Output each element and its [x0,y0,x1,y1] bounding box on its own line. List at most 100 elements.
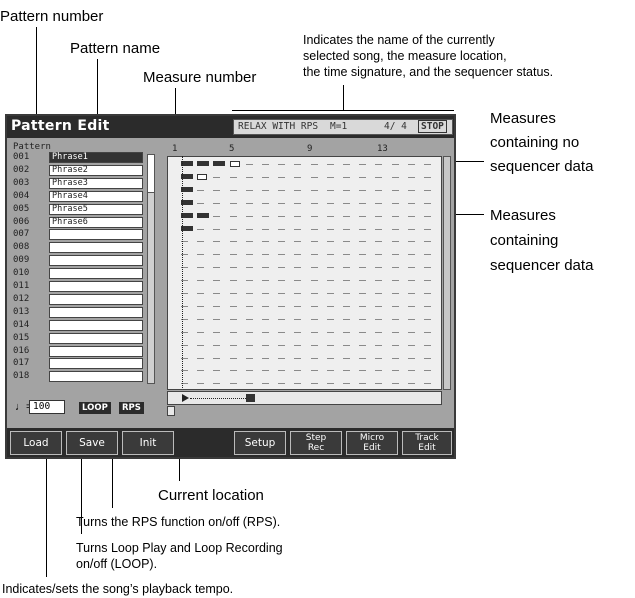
measure-cell[interactable] [326,202,334,204]
pattern-name[interactable] [49,319,143,331]
measure-cell[interactable] [343,215,350,217]
measure-cell[interactable] [197,254,205,256]
measure-cell[interactable] [278,228,286,230]
measure-cell[interactable] [229,370,237,372]
pattern-row[interactable]: 012 [11,293,157,306]
measure-cell[interactable] [197,305,205,307]
measure-cell[interactable] [407,331,415,333]
step-rec-button[interactable]: Step Rec [290,431,342,455]
load-button[interactable]: Load [10,431,62,455]
measure-cell[interactable] [197,189,205,191]
pattern-row[interactable]: 016 [11,345,157,358]
measure-cell[interactable] [375,176,383,178]
measure-cell[interactable] [391,164,399,165]
pattern-name[interactable] [49,306,143,318]
loop-end-marker[interactable] [246,394,255,402]
measure-cell[interactable] [359,305,367,307]
measure-cell[interactable] [262,318,269,320]
measure-cell[interactable] [407,318,415,320]
measure-cell[interactable] [229,202,237,204]
measure-cell[interactable] [359,267,367,269]
measure-cell[interactable] [310,280,318,282]
pattern-name[interactable] [49,281,143,292]
pattern-name[interactable] [49,242,143,254]
measure-cell[interactable] [391,357,399,359]
measure-cell[interactable] [359,215,367,217]
pattern-name[interactable]: Phrase1 [49,152,143,163]
measure-cell[interactable] [245,215,253,217]
measure-cell[interactable] [391,280,399,282]
measure-cell[interactable] [229,293,237,294]
measure-cell[interactable] [424,228,431,230]
measure-cell[interactable] [278,305,286,307]
measure-cell[interactable] [245,164,253,165]
measure-cell[interactable] [391,293,399,294]
tempo-value[interactable]: 100 [29,400,65,414]
measure-cell[interactable] [391,202,399,204]
measure-cell[interactable] [294,267,302,269]
measure-cell[interactable] [407,254,415,256]
measure-cell[interactable] [229,254,237,256]
measure-cell[interactable] [197,383,205,385]
measure-cell[interactable] [326,215,334,217]
measure-cell[interactable] [294,383,302,385]
measure-cell[interactable] [359,241,367,243]
measure-cell[interactable] [213,267,221,269]
measure-cell[interactable] [407,305,415,307]
measure-cell[interactable] [375,344,383,346]
measure-cell[interactable] [262,176,269,178]
pattern-name[interactable] [49,332,143,344]
pattern-name[interactable] [49,358,143,370]
measure-cell[interactable] [375,267,383,269]
measure-cell[interactable] [326,280,334,282]
measure-cell[interactable] [294,331,302,333]
measure-cell[interactable] [245,370,253,372]
measure-cell[interactable] [310,202,318,204]
measure-cell[interactable] [197,318,205,320]
measure-cell[interactable] [245,344,253,346]
measure-cell[interactable] [407,357,415,359]
measure-cell[interactable] [424,202,431,204]
measure-cell[interactable] [407,293,415,294]
measure-cell[interactable] [245,189,253,191]
measure-cell[interactable] [278,215,286,217]
measure-cell[interactable] [359,189,367,191]
measure-cell[interactable] [359,293,367,294]
pattern-row[interactable]: 013 [11,306,157,319]
measure-cell[interactable] [310,383,318,385]
measure-cell[interactable] [407,215,415,217]
measure-cell[interactable] [245,176,253,178]
position-bar[interactable] [167,391,442,405]
measure-cell[interactable] [213,318,221,320]
measure-cell[interactable] [197,267,205,269]
measure-cell[interactable] [326,267,334,269]
measure-cell[interactable] [310,331,318,333]
init-button[interactable]: Init [122,431,174,455]
measure-cell[interactable] [391,344,399,346]
measure-cell[interactable] [326,228,334,230]
measure-cell[interactable] [343,318,350,320]
measure-cell[interactable] [310,241,318,243]
measure-cell[interactable] [359,228,367,230]
measure-cell[interactable] [326,293,334,294]
measure-cell[interactable] [245,293,253,294]
pattern-list[interactable]: 001 Phrase1 002 Phrase2 003 Phrase3 004 Phrase4… [11,152,157,392]
measure-grid[interactable] [167,156,442,390]
measure-cell[interactable] [343,202,350,204]
measure-cell[interactable] [326,331,334,333]
pattern-row[interactable]: 018 [11,371,157,383]
pattern-name[interactable]: Phrase5 [49,203,143,215]
pattern-name[interactable]: Phrase4 [49,190,143,202]
measure-cell[interactable] [213,241,221,243]
measure-cell[interactable] [213,202,221,204]
measure-cell[interactable] [229,189,237,191]
measure-cell[interactable] [262,267,269,269]
measure-cell[interactable] [245,202,253,204]
measure-cell[interactable] [375,370,383,372]
measure-cell[interactable] [245,357,253,359]
measure-cell[interactable] [294,293,302,294]
pattern-row[interactable]: 004 Phrase4 [11,190,157,203]
pattern-name[interactable] [49,268,143,280]
setup-button[interactable]: Setup [234,431,286,455]
measure-cell[interactable] [262,293,269,294]
